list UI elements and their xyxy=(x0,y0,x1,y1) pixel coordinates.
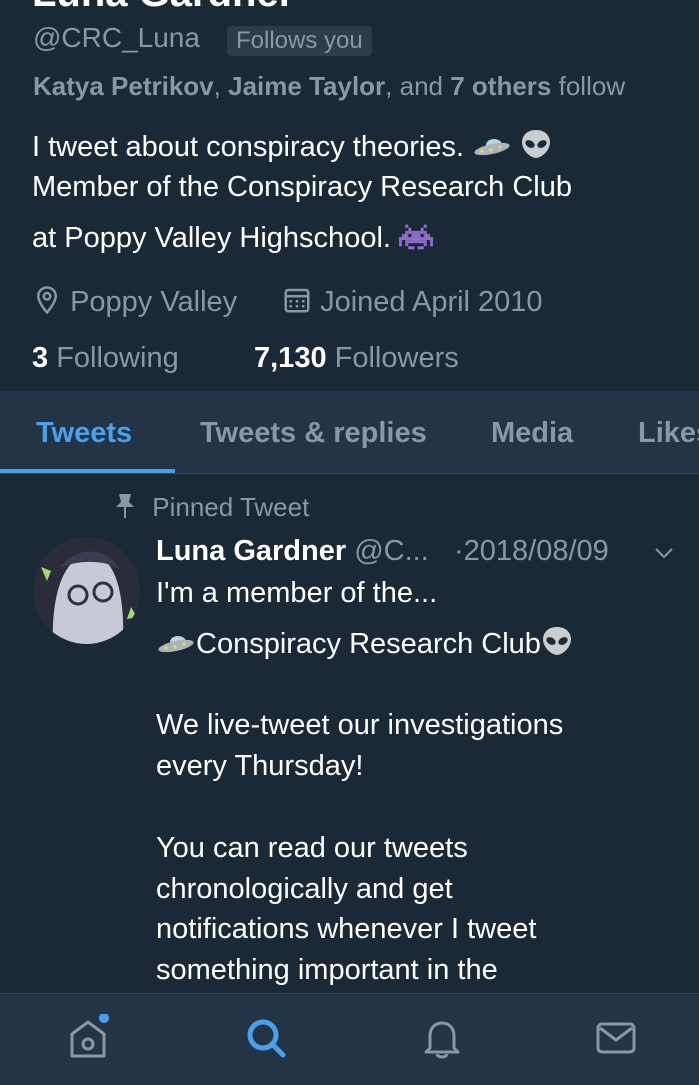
bio-text-3: at Poppy Valley Highschool. xyxy=(32,222,391,254)
profile-handle: @CRC_Luna xyxy=(33,22,200,53)
ufo-icon xyxy=(472,134,512,168)
followed-by-text[interactable]: Katya Petrikov, Jaime Taylor, and 7 othe… xyxy=(33,71,625,102)
bio-line-1: I tweet about conspiracy theories. xyxy=(32,128,552,168)
following-label: Following xyxy=(56,342,179,374)
tweet-header: Luna Gardner @C... xyxy=(156,535,429,568)
tweet-line-3: We live-tweet our investigations xyxy=(156,709,564,741)
followers-link[interactable]: 7,130 Followers xyxy=(254,342,459,375)
bio-text-1: I tweet about conspiracy theories. xyxy=(32,131,465,163)
tab-likes[interactable]: Likes xyxy=(638,417,699,450)
follower-name-1[interactable]: Katya Petrikov xyxy=(33,71,214,101)
tweet-line-2: Conspiracy Research Club xyxy=(156,625,573,665)
avatar[interactable] xyxy=(33,537,140,644)
location-pin-icon xyxy=(32,285,62,323)
bio-line-3: at Poppy Valley Highschool. xyxy=(32,222,434,259)
active-tab-indicator xyxy=(0,469,175,473)
follower-name-2[interactable]: Jaime Taylor xyxy=(228,71,385,101)
display-name: Luna Gardner xyxy=(32,0,294,13)
tweet-author-name[interactable]: Luna Gardner xyxy=(156,535,346,567)
tab-tweets[interactable]: Tweets xyxy=(36,417,132,450)
tweet-line-8: something important in the xyxy=(156,954,498,986)
tweet-date[interactable]: ·2018/08/09 xyxy=(454,535,609,568)
bottom-navigation xyxy=(0,993,699,1085)
alien-icon xyxy=(520,128,552,168)
followed-by-suffix: follow xyxy=(558,71,626,101)
tweet-line-7: notifications whenever I tweet xyxy=(156,913,537,945)
joined-text: Joined April 2010 xyxy=(320,286,543,318)
followers-others[interactable]: 7 others xyxy=(450,71,551,101)
tweet-line-4: every Thursday! xyxy=(156,750,364,782)
ufo-icon xyxy=(156,631,196,665)
mail-icon[interactable] xyxy=(592,1014,640,1062)
home-icon[interactable] xyxy=(64,1013,112,1062)
tweet-line-2-text: Conspiracy Research Club xyxy=(196,628,541,660)
tweet-author-handle[interactable]: @C... xyxy=(354,535,429,567)
pinned-tweet-label: Pinned Tweet xyxy=(113,492,309,527)
follows-you-badge: Follows you xyxy=(227,26,372,56)
tab-tweets-replies[interactable]: Tweets & replies xyxy=(200,417,427,450)
tweet-line-6: chronologically and get xyxy=(156,873,453,905)
followers-count: 7,130 xyxy=(254,342,327,374)
pin-icon xyxy=(113,492,137,527)
profile-tabs: Tweets Tweets & replies Media Likes xyxy=(0,391,699,474)
bell-icon[interactable] xyxy=(418,1014,466,1062)
search-icon[interactable] xyxy=(242,1014,290,1062)
tweet-line-1: I'm a member of the... xyxy=(156,577,438,609)
following-count: 3 xyxy=(32,342,49,374)
following-link[interactable]: 3 Following xyxy=(32,342,179,375)
pinned-text: Pinned Tweet xyxy=(152,492,310,522)
alien-icon xyxy=(541,625,573,665)
location: Poppy Valley xyxy=(32,285,237,323)
calendar-icon xyxy=(282,285,312,323)
followers-label: Followers xyxy=(334,342,459,374)
location-text: Poppy Valley xyxy=(70,286,238,318)
separator-2: , and xyxy=(385,71,443,101)
joined-date: Joined April 2010 xyxy=(282,285,543,323)
tab-media[interactable]: Media xyxy=(491,417,573,450)
separator-1: , xyxy=(213,71,221,101)
bio-line-2: Member of the Conspiracy Research Club xyxy=(32,171,572,203)
tweet-line-5: You can read our tweets xyxy=(156,832,468,864)
space-invader-icon xyxy=(399,223,434,259)
chevron-down-icon[interactable] xyxy=(652,541,676,570)
